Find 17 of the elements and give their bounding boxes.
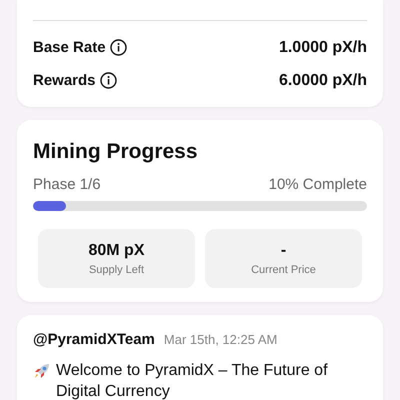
stat-value: 6.0000 pX/h xyxy=(278,72,367,90)
tile-label: Supply Left xyxy=(88,264,144,276)
post-time: Mar 15th, 12:25 AM xyxy=(164,332,278,347)
info-icon[interactable] xyxy=(100,72,117,89)
card-title: Mining Progress xyxy=(33,140,199,164)
post-text: Welcome to PyramidX – The Future of Digital Currency xyxy=(56,361,329,400)
phase-label: Phase 1/6 xyxy=(33,176,101,193)
rocket-icon xyxy=(33,362,51,380)
author-handle[interactable]: @PyramidXTeam xyxy=(33,331,155,348)
info-icon[interactable] xyxy=(110,39,127,56)
stat-label: Base Rate xyxy=(33,39,106,56)
tile-value: - xyxy=(280,242,286,260)
stat-value: 1.0000 pX/h xyxy=(278,38,367,56)
tile-value: 80M pX xyxy=(88,242,144,260)
percent-label: 10% Complete xyxy=(268,176,367,193)
stat-label: Rewards xyxy=(33,72,96,89)
tile-label: Current Price xyxy=(251,264,316,276)
